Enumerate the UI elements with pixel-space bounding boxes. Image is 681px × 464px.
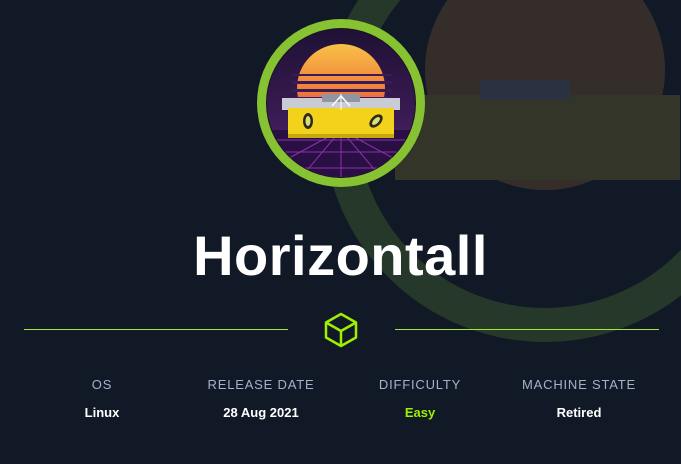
cube-icon	[324, 312, 358, 348]
stat-label: OS	[91, 377, 113, 392]
stat-release-date: RELEASE DATE 28 Aug 2021	[186, 376, 336, 422]
stat-label: DIFFICULTY	[378, 377, 462, 392]
machine-info-card: Horizontall OS Linux RELEASE DATE 28 Aug…	[0, 0, 681, 464]
divider-right	[395, 329, 659, 330]
machine-name: Horizontall	[193, 224, 488, 287]
machine-stats: OS Linux RELEASE DATE 28 Aug 2021 DIFFIC…	[0, 376, 681, 436]
stat-label: RELEASE DATE	[207, 377, 315, 392]
stat-machine-state: MACHINE STATE Retired	[504, 376, 654, 422]
stat-value: 28 Aug 2021	[223, 405, 299, 420]
stat-difficulty: DIFFICULTY Easy	[345, 376, 495, 422]
stat-value: Linux	[84, 405, 120, 420]
stat-value: Retired	[556, 405, 602, 420]
stat-os: OS Linux	[27, 376, 177, 422]
stat-value: Easy	[404, 405, 436, 420]
machine-avatar	[257, 19, 425, 187]
stat-label: MACHINE STATE	[522, 377, 636, 392]
divider-left	[24, 329, 288, 330]
